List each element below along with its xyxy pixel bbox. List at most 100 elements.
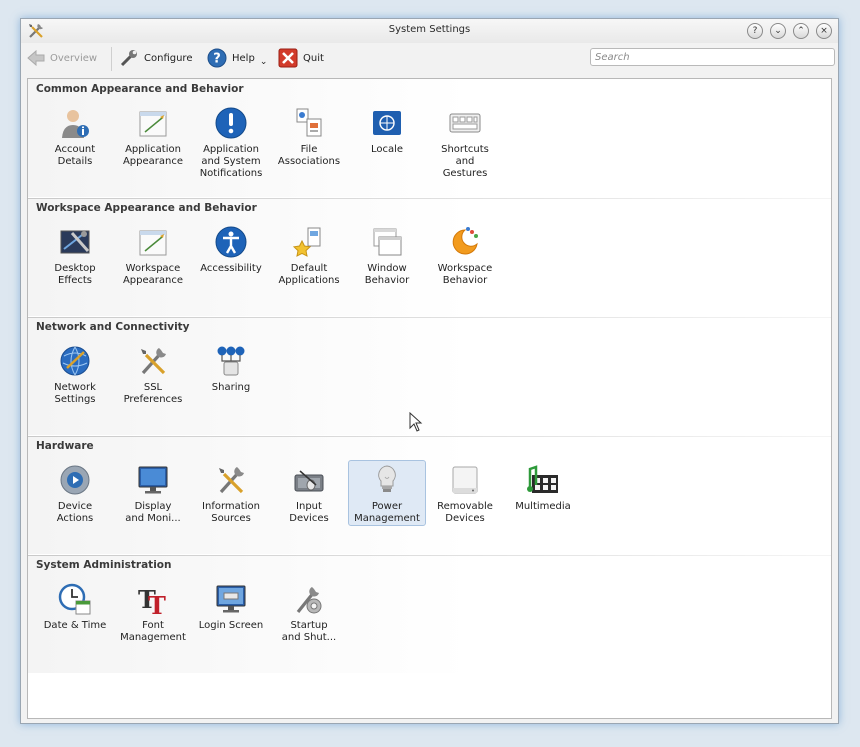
settings-section: System Administration Date & Time T T Font M… <box>28 555 831 673</box>
startup-icon <box>296 587 322 614</box>
settings-module-item[interactable]: Multimedia <box>504 460 582 526</box>
settings-module-item[interactable]: SSL Preferences <box>114 341 192 407</box>
appearance-icon <box>139 111 167 137</box>
module-label: Date & Time <box>43 620 107 631</box>
svg-text:T: T <box>148 591 166 616</box>
workspace-behavior-icon <box>452 227 478 255</box>
user-info-icon <box>62 110 89 138</box>
settings-module-item[interactable]: Locale <box>348 103 426 169</box>
settings-module-item[interactable]: Information Sources <box>192 460 270 526</box>
module-label: Power Management <box>354 501 420 524</box>
title-bar[interactable]: System Settings ? ⌄ ⌃ × <box>21 19 838 43</box>
settings-module-item[interactable]: Accessibility <box>192 222 270 288</box>
settings-module-item[interactable]: Desktop Effects <box>36 222 114 288</box>
minimize-button[interactable]: ⌄ <box>770 23 786 39</box>
overview-label: Overview <box>50 52 98 64</box>
window-buttons: ? ⌄ ⌃ × <box>747 23 832 39</box>
section-title: Hardware <box>36 440 94 452</box>
module-label: Font Management <box>120 620 186 643</box>
module-label: Desktop Effects <box>54 263 96 286</box>
help-label: Help <box>232 52 255 64</box>
settings-module-item[interactable]: Removable Devices <box>426 460 504 526</box>
module-label: Multimedia <box>515 501 571 512</box>
settings-module-item[interactable]: Workspace Appearance <box>114 222 192 288</box>
overview-button[interactable]: Overview <box>27 48 97 68</box>
settings-module-item[interactable]: T T Font Management <box>114 579 192 645</box>
desktop-effects-icon <box>60 230 90 254</box>
module-label: Device Actions <box>56 501 94 524</box>
appearance-icon <box>139 230 167 256</box>
settings-section: Common Appearance and Behavior Account De… <box>28 79 831 197</box>
close-button[interactable]: × <box>816 23 832 39</box>
section-title: System Administration <box>36 559 172 571</box>
module-label: Startup and Shut... <box>281 620 337 643</box>
maximize-button[interactable]: ⌃ <box>793 23 809 39</box>
settings-module-item[interactable]: Power Management <box>348 460 426 526</box>
module-label: Locale <box>370 144 404 155</box>
settings-module-item[interactable]: Sharing <box>192 341 270 407</box>
settings-module-item[interactable]: Account Details <box>36 103 114 169</box>
input-devices-icon <box>294 470 324 492</box>
search-input[interactable] <box>590 48 835 66</box>
keyboard-icon <box>449 113 481 133</box>
window-title: System Settings <box>388 24 471 35</box>
module-label: Accessibility <box>200 263 262 274</box>
help-menu-button[interactable]: ? Help ⌄ <box>207 48 267 68</box>
settings-module-item[interactable]: Shortcuts and Gestures <box>426 103 504 179</box>
settings-module-item[interactable]: Application and System Notifications <box>192 103 270 179</box>
module-label: Account Details <box>54 144 96 167</box>
settings-module-item[interactable]: Network Settings <box>36 341 114 407</box>
sharing-icon <box>217 346 245 376</box>
device-actions-icon <box>60 465 90 495</box>
quit-icon <box>278 48 298 68</box>
help-button[interactable]: ? <box>747 23 763 39</box>
module-label: Removable Devices <box>437 501 493 524</box>
tools-icon <box>219 467 244 494</box>
file-associations-icon <box>296 108 322 137</box>
settings-module-item[interactable]: Workspace Behavior <box>426 222 504 288</box>
section-title: Workspace Appearance and Behavior <box>36 202 257 214</box>
system-settings-window: System Settings ? ⌄ ⌃ × Overview Configure … <box>20 18 839 724</box>
settings-module-item[interactable]: Default Applications <box>270 222 348 288</box>
settings-module-item[interactable]: Window Behavior <box>348 222 426 288</box>
window-icon <box>373 228 402 256</box>
settings-module-item[interactable]: Display and Moni... <box>114 460 192 526</box>
section-divider <box>28 436 831 437</box>
configure-label: Configure <box>144 52 193 64</box>
section-divider <box>28 198 831 199</box>
globe-icon <box>60 346 90 376</box>
module-label: Input Devices <box>289 501 329 524</box>
module-label: Application and System Notifications <box>199 144 263 179</box>
module-label: Sharing <box>211 382 251 393</box>
toolbar: Overview Configure ? Help ⌄ Quit <box>21 43 838 73</box>
clock-icon <box>58 583 91 615</box>
settings-module-item[interactable]: Startup and Shut... <box>270 579 348 645</box>
module-label: Workspace Behavior <box>437 263 493 286</box>
default-apps-icon <box>292 227 321 257</box>
settings-module-item[interactable]: Device Actions <box>36 460 114 526</box>
tools-icon <box>141 348 166 375</box>
notification-icon <box>215 107 247 139</box>
settings-module-item[interactable]: Date & Time <box>36 579 114 645</box>
module-label: SSL Preferences <box>123 382 183 405</box>
help-icon: ? <box>207 48 227 68</box>
accessibility-icon <box>215 226 247 258</box>
section-title: Common Appearance and Behavior <box>36 83 244 95</box>
module-label: Workspace Appearance <box>122 263 184 286</box>
quit-button[interactable]: Quit <box>278 48 324 68</box>
settings-panel: Common Appearance and Behavior Account De… <box>27 78 832 719</box>
chevron-down-icon: ⌄ <box>259 57 268 67</box>
monitor-icon <box>138 466 168 494</box>
module-label: Window Behavior <box>364 263 410 286</box>
settings-section: Workspace Appearance and Behavior Desktop… <box>28 198 831 316</box>
font-icon: TT <box>138 585 166 616</box>
quit-label: Quit <box>303 52 324 64</box>
lightbulb-icon <box>378 465 396 492</box>
settings-module-item[interactable]: Application Appearance <box>114 103 192 169</box>
settings-module-item[interactable]: Login Screen <box>192 579 270 645</box>
configure-button[interactable]: Configure <box>119 48 192 68</box>
settings-module-item[interactable]: Input Devices <box>270 460 348 526</box>
section-divider <box>28 555 831 556</box>
mouse-cursor-icon <box>409 412 423 432</box>
settings-module-item[interactable]: File Associations <box>270 103 348 169</box>
